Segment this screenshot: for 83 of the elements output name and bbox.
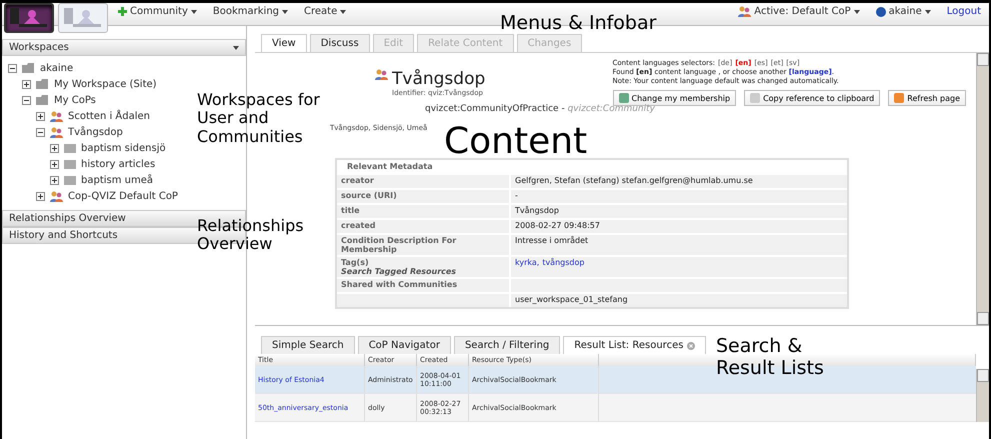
caret-icon bbox=[282, 10, 288, 14]
caret-icon bbox=[340, 10, 346, 14]
expand-icon[interactable] bbox=[50, 176, 59, 184]
people-icon bbox=[375, 69, 388, 80]
type-line: qvizcet:CommunityOfPractice - qvizcet:Community bbox=[424, 104, 656, 114]
action-icon bbox=[894, 93, 904, 103]
tree-item[interactable]: My Workspace (Site) bbox=[54, 78, 157, 90]
annotation-label: Workspaces for User and Communities bbox=[197, 91, 321, 146]
action-button[interactable]: Change my membership bbox=[612, 90, 736, 106]
row-label: source (URI) bbox=[337, 190, 509, 203]
collapse-icon[interactable] bbox=[22, 96, 31, 104]
expand-icon[interactable] bbox=[36, 112, 45, 120]
people-icon bbox=[738, 6, 752, 17]
caret-icon bbox=[854, 10, 860, 14]
tree-item[interactable]: akaine bbox=[40, 62, 74, 74]
row-value: 2008-02-27 09:48:57 bbox=[511, 220, 847, 233]
annotation-label: Content bbox=[444, 121, 588, 162]
expand-icon[interactable] bbox=[22, 80, 31, 88]
tab[interactable]: Result List: Resources bbox=[563, 336, 706, 354]
caret-icon bbox=[924, 10, 931, 14]
tag-link[interactable]: tvångsdop bbox=[542, 258, 584, 276]
row-value: Tvångsdop bbox=[511, 205, 847, 218]
row-value: Gelfgren, Stefan (stefang) stefan.gelfgren@humlab.umu.se bbox=[511, 175, 847, 188]
tree-item[interactable]: My CoPs bbox=[54, 94, 96, 106]
caret-icon bbox=[233, 46, 239, 50]
collapse-icon[interactable] bbox=[36, 128, 45, 136]
folder-icon bbox=[36, 95, 49, 105]
people-icon bbox=[50, 110, 63, 122]
active-cop-menu[interactable]: Active: Default CoP bbox=[730, 3, 868, 20]
box-icon bbox=[64, 176, 76, 184]
people-icon bbox=[50, 126, 63, 138]
action-icon bbox=[750, 93, 760, 103]
caret-icon bbox=[190, 10, 197, 14]
collapse-icon[interactable] bbox=[8, 64, 17, 72]
tab[interactable]: View bbox=[261, 34, 307, 52]
box-icon bbox=[64, 144, 76, 152]
row-value: - bbox=[511, 190, 847, 203]
panel-title: Relationships Overview bbox=[9, 213, 126, 224]
action-button[interactable]: Refresh page bbox=[888, 90, 966, 106]
tree-item[interactable]: baptism umeå bbox=[81, 174, 154, 186]
logout-link[interactable]: Logout bbox=[938, 3, 989, 20]
panel-title: History and Shortcuts bbox=[9, 230, 118, 241]
page-title: Tvångsdop bbox=[392, 69, 486, 89]
row-label: Condition Description For Membership bbox=[337, 235, 509, 255]
menu[interactable]: Bookmarking bbox=[204, 3, 296, 20]
tree-item[interactable]: history articles bbox=[81, 158, 156, 170]
folder-icon bbox=[36, 79, 49, 89]
plus-icon bbox=[118, 7, 127, 16]
scrollbar[interactable] bbox=[976, 53, 989, 325]
tab[interactable]: Simple Search bbox=[261, 336, 355, 354]
user-icon bbox=[876, 6, 886, 16]
tree-item[interactable]: Cop-QVIZ Default CoP bbox=[68, 190, 178, 202]
tag-link[interactable]: kyrka, bbox=[515, 258, 540, 276]
table-heading: Relevant Metadata bbox=[346, 161, 434, 173]
expand-icon[interactable] bbox=[50, 160, 59, 168]
expand-icon[interactable] bbox=[36, 192, 45, 200]
action-icon bbox=[618, 93, 628, 103]
row-label: created bbox=[337, 220, 509, 233]
people-icon bbox=[50, 190, 63, 202]
menu[interactable]: Community bbox=[110, 3, 205, 20]
scrollbar[interactable] bbox=[976, 369, 989, 422]
row-value: user_workspace_01_stefang bbox=[511, 294, 847, 307]
box-icon bbox=[64, 160, 76, 168]
annotation-label: Search & Result Lists bbox=[716, 336, 825, 380]
panel-header[interactable]: Workspaces bbox=[2, 39, 246, 56]
menu[interactable]: Create bbox=[296, 3, 354, 20]
row-label: Tag(s) Search Tagged Resources bbox=[337, 257, 509, 277]
tab[interactable]: CoP Navigator bbox=[358, 336, 451, 354]
row-label: title bbox=[337, 205, 509, 218]
tab[interactable]: Search / Filtering bbox=[454, 336, 560, 354]
tree-item[interactable]: baptism sidensjö bbox=[81, 142, 166, 154]
row-label: Shared with Communities bbox=[337, 279, 509, 292]
row-value: Intresse i området bbox=[511, 235, 847, 255]
expand-icon[interactable] bbox=[50, 144, 59, 152]
folder-icon bbox=[22, 63, 35, 73]
tree-item[interactable]: Tvångsdop bbox=[68, 126, 123, 138]
tab[interactable]: Discuss bbox=[310, 34, 370, 52]
user-menu[interactable]: akaine bbox=[868, 3, 939, 20]
row-label: creator bbox=[337, 175, 509, 188]
annotation-label: Menus & Infobar bbox=[500, 13, 658, 35]
panel-title: Workspaces bbox=[9, 42, 69, 53]
action-button[interactable]: Copy reference to clipboard bbox=[744, 90, 880, 106]
tree-item[interactable]: Scotten i Ådalen bbox=[68, 110, 150, 122]
